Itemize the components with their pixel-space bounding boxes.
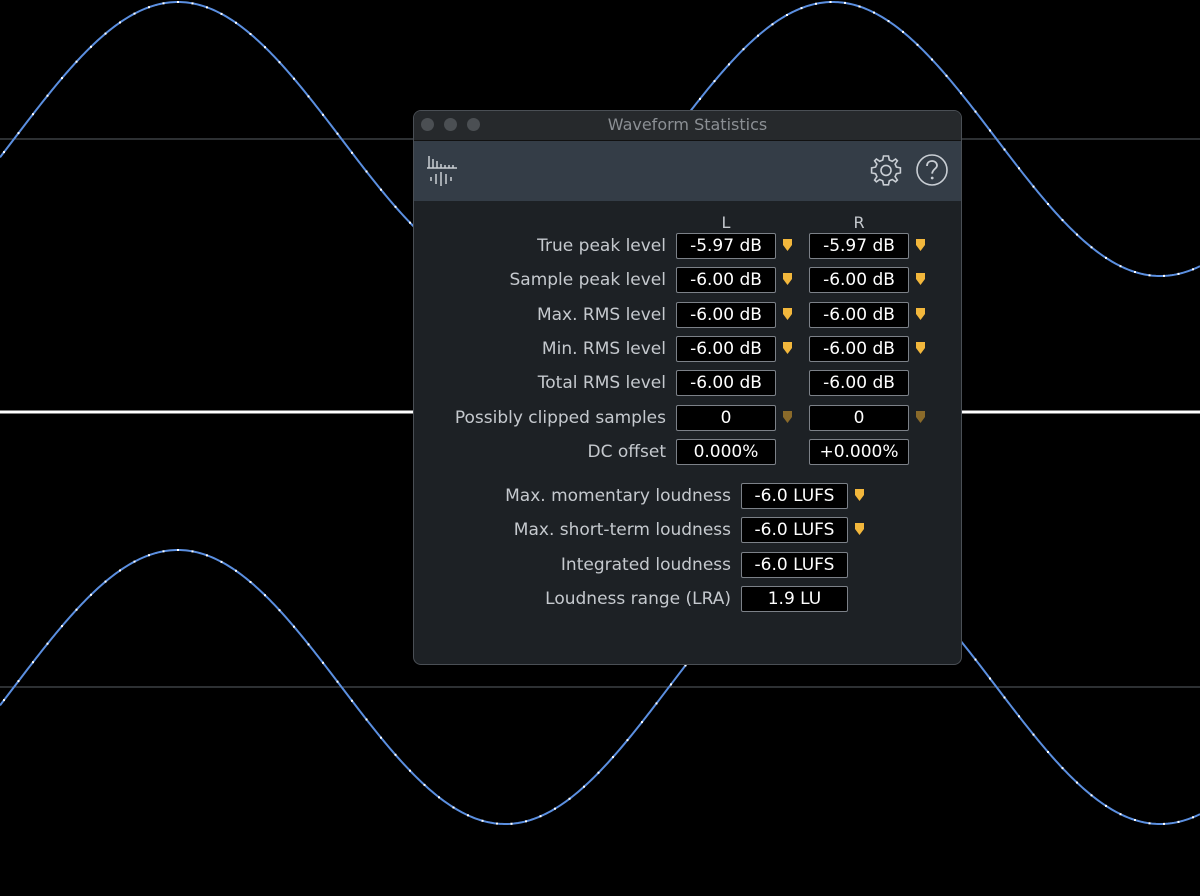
left-channel-value: -6.00 dB [676, 370, 776, 397]
left-channel-header: L [721, 213, 731, 232]
loudness-value: -6.0 LUFS [741, 483, 848, 509]
right-channel-value: -6.00 dB [809, 267, 909, 294]
stat-label: True peak level [537, 236, 666, 256]
right-marker-icon[interactable] [915, 410, 926, 424]
toolbar [414, 141, 961, 201]
stat-label: Sample peak level [509, 270, 667, 291]
right-marker-icon[interactable] [915, 307, 926, 321]
stat-label: Min. RMS level [541, 338, 666, 359]
loudness-value: -6.0 LUFS [741, 517, 848, 544]
left-marker-icon[interactable] [782, 307, 793, 321]
left-channel-value: 0 [676, 404, 776, 431]
right-channel-value: -6.00 dB [809, 335, 909, 362]
loudness-label: Max. short-term loudness [513, 520, 731, 541]
left-channel-value: -6.00 dB [676, 267, 776, 294]
right-channel-value: -6.00 dB [809, 370, 909, 397]
right-channel-value: 0 [809, 404, 909, 431]
right-channel-value: -5.97 dB [809, 233, 909, 259]
loudness-label: Integrated loudness [560, 554, 731, 575]
gear-icon[interactable] [869, 153, 903, 187]
title-bar[interactable]: Waveform Statistics [414, 111, 961, 141]
left-channel-value: -5.97 dB [676, 233, 776, 259]
loudness-label: Max. momentary loudness [505, 486, 731, 506]
right-channel-value: +0.000% [809, 438, 909, 465]
right-marker-icon[interactable] [915, 272, 926, 286]
left-channel-value: 0.000% [676, 438, 776, 465]
stat-label: Max. RMS level [536, 304, 666, 325]
loudness-marker-icon[interactable] [854, 522, 865, 536]
right-channel-value: -6.00 dB [809, 301, 909, 328]
left-marker-icon[interactable] [782, 272, 793, 286]
loudness-value: -6.0 LUFS [741, 551, 848, 578]
left-marker-icon[interactable] [782, 238, 793, 252]
right-channel-header: R [853, 213, 865, 232]
stat-label: Possibly clipped samples [454, 407, 666, 428]
stat-label: DC offset [587, 441, 666, 462]
left-marker-icon[interactable] [782, 410, 793, 424]
window-title: Waveform Statistics [607, 115, 768, 134]
help-icon[interactable] [915, 153, 949, 187]
stat-label: Total RMS level [537, 373, 666, 394]
left-marker-icon[interactable] [782, 341, 793, 355]
waveform-statistics-icon [427, 156, 457, 186]
loudness-label: Loudness range (LRA) [545, 588, 731, 609]
waveform-statistics-window: Waveform Statistics L R True peak level … [413, 110, 962, 665]
loudness-marker-icon[interactable] [854, 488, 865, 502]
loudness-value: 1.9 LU [741, 585, 848, 612]
right-marker-icon[interactable] [915, 341, 926, 355]
left-channel-value: -6.00 dB [676, 335, 776, 362]
left-channel-value: -6.00 dB [676, 301, 776, 328]
right-marker-icon[interactable] [915, 238, 926, 252]
